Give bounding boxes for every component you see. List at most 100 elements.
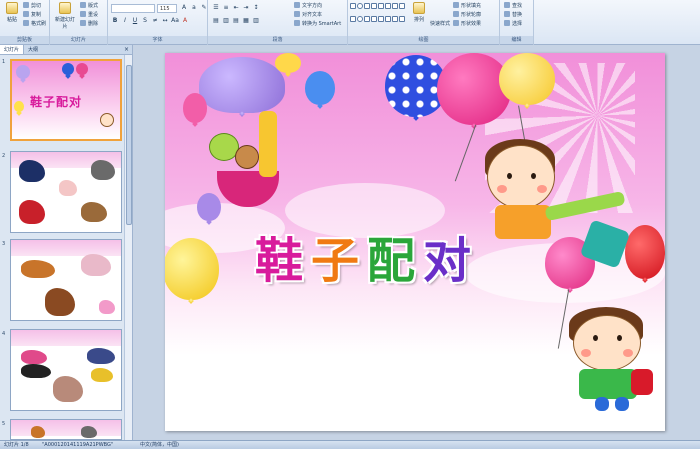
text-direction-icon: [294, 2, 300, 8]
callout-shape-icon[interactable]: [392, 3, 398, 9]
font-color-icon[interactable]: A: [181, 17, 189, 25]
shrink-font-icon[interactable]: a: [190, 4, 198, 12]
format-painter-button[interactable]: 格式刷: [23, 20, 46, 28]
rectangle-shape-icon[interactable]: [350, 3, 356, 9]
font-name-select[interactable]: [111, 4, 155, 13]
tab-slides[interactable]: 幻灯片: [0, 45, 25, 54]
text-direction-button[interactable]: 文字方向: [294, 2, 322, 10]
paste-label: 粘贴: [6, 17, 17, 23]
diamond-shape-icon[interactable]: [385, 15, 391, 22]
slide-thumbnail-3[interactable]: [10, 239, 122, 321]
underline-icon[interactable]: U: [131, 17, 139, 25]
font-size-select[interactable]: 115: [157, 4, 177, 13]
text-direction-label: 文字方向: [302, 3, 323, 9]
align-right-icon[interactable]: ▤: [232, 17, 240, 25]
fill-bucket-icon: [453, 2, 459, 8]
boy-eye: [593, 335, 598, 341]
close-icon[interactable]: ×: [124, 45, 132, 54]
clear-format-icon[interactable]: ✎: [200, 4, 208, 12]
line-shape-icon[interactable]: [364, 3, 370, 9]
thumb-header-band: [11, 330, 121, 346]
select-button[interactable]: 选择: [504, 20, 522, 28]
reset-label: 重设: [88, 12, 99, 18]
replace-button[interactable]: 替换: [504, 11, 522, 19]
hexagon-shape-icon[interactable]: [371, 15, 377, 22]
balloon-yellow-large: [165, 238, 219, 300]
language-status[interactable]: 中文(简体，中国): [140, 441, 179, 449]
star-shape-icon[interactable]: [385, 3, 391, 9]
slide-canvas[interactable]: 鞋子配对: [165, 53, 665, 431]
pen-icon: [453, 11, 459, 17]
align-left-icon[interactable]: ▤: [212, 17, 220, 25]
strikethrough-icon[interactable]: ≠: [151, 17, 159, 25]
curve-shape-icon[interactable]: [364, 15, 370, 22]
copy-button[interactable]: 复制: [23, 11, 41, 19]
align-center-icon[interactable]: ▥: [222, 17, 230, 25]
ribbon: 粘贴 剪切 复制 格式刷 剪贴板 新建幻灯片 版式 重设 删除 幻灯片 115 …: [0, 0, 700, 45]
pentagon-shape-icon[interactable]: [378, 15, 384, 22]
boy-body: [579, 369, 637, 399]
cut-button[interactable]: 剪切: [23, 2, 41, 10]
new-slide-button[interactable]: 新建幻灯片: [53, 2, 77, 32]
increase-indent-icon[interactable]: ⇥: [242, 4, 250, 12]
triangle-shape-icon[interactable]: [378, 3, 384, 9]
change-case-icon[interactable]: Aa: [171, 17, 179, 25]
tab-outline[interactable]: 大纲: [24, 45, 42, 54]
thumb-shoe-image: [53, 376, 83, 402]
balloon-string: [454, 124, 477, 182]
bold-icon[interactable]: B: [111, 17, 119, 25]
slides-group: 新建幻灯片 版式 重设 删除 幻灯片: [50, 0, 108, 45]
shadow-icon[interactable]: S: [141, 17, 149, 25]
smartart-button[interactable]: 转换为 SmartArt: [294, 20, 341, 28]
grow-font-icon[interactable]: A: [180, 4, 188, 12]
more-shapes-icon[interactable]: [399, 15, 405, 22]
align-text-button[interactable]: 对齐文本: [294, 11, 322, 19]
status-bar: 幻灯片 1/8 "A000120141119A21PWBG" 中文(简体，中国): [0, 440, 700, 449]
rounded-rect-shape-icon[interactable]: [357, 15, 363, 22]
line-spacing-icon[interactable]: ↕: [252, 4, 260, 12]
reset-button[interactable]: 重设: [80, 11, 98, 19]
slide-title[interactable]: 鞋子配对: [255, 221, 479, 291]
find-button[interactable]: 查找: [504, 2, 522, 10]
thumb-shoe-image: [21, 260, 55, 278]
paste-button[interactable]: 粘贴: [3, 2, 21, 32]
slide-thumbnail-4[interactable]: [10, 329, 122, 411]
slide-editing-area: 鞋子配对: [133, 45, 700, 440]
shape-outline-button[interactable]: 形状轮廓: [453, 11, 481, 19]
slide-thumbnail-2[interactable]: [10, 151, 122, 233]
reset-icon: [80, 11, 86, 17]
shape-effects-button[interactable]: 形状效果: [453, 20, 481, 28]
quick-styles-button[interactable]: 快速样式: [430, 20, 450, 28]
scrollbar-thumb[interactable]: [126, 65, 132, 225]
decrease-indent-icon[interactable]: ⇤: [232, 4, 240, 12]
oval-shape-icon[interactable]: [357, 3, 363, 9]
delete-button[interactable]: 删除: [80, 20, 98, 28]
cut-label: 剪切: [31, 3, 42, 9]
clipboard-group-label: 剪贴板: [0, 36, 49, 44]
italic-icon[interactable]: I: [121, 17, 129, 25]
boy-shoe: [595, 397, 609, 411]
slide-thumbnail-1[interactable]: 鞋子配对: [10, 59, 122, 141]
pane-scrollbar[interactable]: [124, 55, 132, 440]
balloon-yellow-hearts: [499, 53, 555, 105]
thumb-shoe-image: [19, 200, 45, 224]
monkey-figure: [235, 145, 259, 169]
brace-shape-icon[interactable]: [399, 3, 405, 9]
shape-fill-button[interactable]: 形状填充: [453, 2, 481, 10]
char-spacing-icon[interactable]: ↔: [161, 17, 169, 25]
arrange-button[interactable]: 排列: [408, 2, 430, 32]
columns-icon[interactable]: ▥: [252, 17, 260, 25]
bullets-icon[interactable]: ☰: [212, 4, 220, 12]
textbox-shape-icon[interactable]: [350, 15, 356, 22]
scissors-icon: [23, 2, 29, 8]
girl-cheek: [537, 185, 547, 193]
shape-gallery[interactable]: [350, 3, 405, 27]
numbering-icon[interactable]: ≡: [222, 4, 230, 12]
hot-air-balloon: [199, 57, 285, 113]
layout-button[interactable]: 版式: [80, 2, 98, 10]
heart-shape-icon[interactable]: [392, 15, 398, 22]
arrow-shape-icon[interactable]: [371, 3, 377, 9]
slide-thumbnail-5[interactable]: [10, 419, 122, 440]
justify-icon[interactable]: ▦: [242, 17, 250, 25]
editing-group: 查找 替换 选择 编辑: [500, 0, 534, 45]
